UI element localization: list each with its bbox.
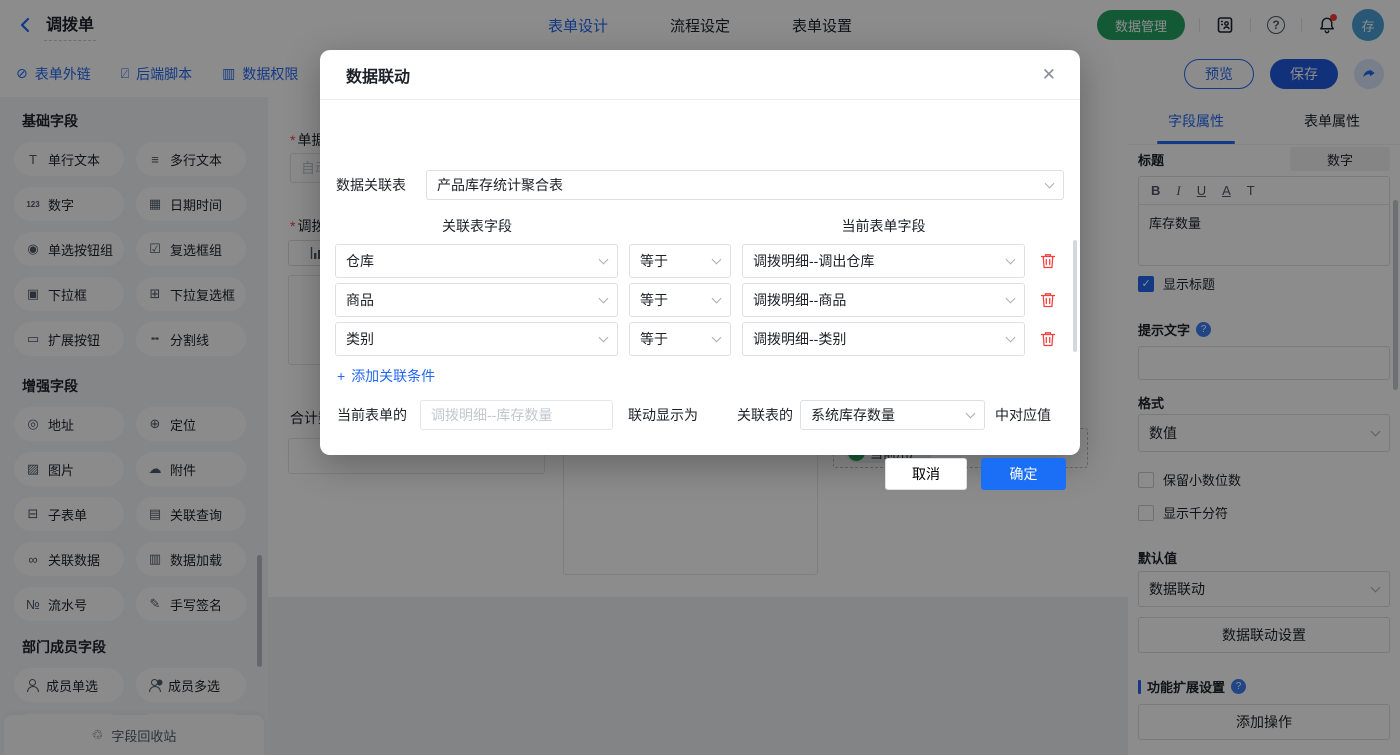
form-field-select[interactable]: 调拨明细--调出仓库: [742, 244, 1025, 278]
linked-table-select[interactable]: 产品库存统计聚合表: [426, 170, 1064, 200]
linkage-display-label: 联动显示为: [628, 400, 698, 430]
suffix-label: 中对应值: [995, 400, 1051, 430]
source-field-select[interactable]: 系统库存数量: [800, 400, 985, 430]
chevron-down-icon: [1006, 333, 1016, 343]
related-table-label: 关联表的: [737, 400, 793, 430]
chevron-down-icon: [712, 255, 722, 265]
delete-condition-icon[interactable]: [1039, 291, 1057, 309]
chevron-down-icon: [599, 294, 609, 304]
operator-select[interactable]: 等于: [629, 283, 731, 317]
cancel-button[interactable]: 取消: [885, 458, 967, 490]
condition-row: 仓库 等于 调拨明细--调出仓库: [335, 244, 1057, 278]
operator-select[interactable]: 等于: [629, 322, 731, 356]
chevron-down-icon: [712, 333, 722, 343]
confirm-button[interactable]: 确定: [981, 458, 1066, 490]
modal-title: 数据联动: [346, 63, 410, 87]
close-icon[interactable]: ✕: [1042, 66, 1056, 83]
chevron-down-icon: [1006, 255, 1016, 265]
form-designer-screen: 调拨单 表单设计 流程设定 表单设置 数据管理 ? 存 ⊘: [0, 0, 1400, 755]
chevron-down-icon: [1045, 179, 1055, 189]
related-field-select[interactable]: 仓库: [335, 244, 618, 278]
operator-select[interactable]: 等于: [629, 244, 731, 278]
condition-row: 商品 等于 调拨明细--商品: [335, 283, 1057, 317]
delete-condition-icon[interactable]: [1039, 330, 1057, 348]
modal-scrollbar[interactable]: [1073, 240, 1077, 352]
chevron-down-icon: [599, 333, 609, 343]
related-field-select[interactable]: 类别: [335, 322, 618, 356]
delete-condition-icon[interactable]: [1039, 252, 1057, 270]
chevron-down-icon: [599, 255, 609, 265]
data-linkage-modal: 数据联动 ✕ 数据关联表 产品库存统计聚合表 关联表字段 当前表单字段 仓库 等…: [320, 50, 1080, 455]
current-form-label: 当前表单的: [337, 400, 407, 430]
form-field-select[interactable]: 调拨明细--类别: [742, 322, 1025, 356]
add-condition-link[interactable]: + 添加关联条件: [337, 366, 435, 386]
chevron-down-icon: [1006, 294, 1016, 304]
plus-icon: +: [337, 368, 345, 384]
condition-row: 类别 等于 调拨明细--类别: [335, 322, 1057, 356]
target-field-input[interactable]: [420, 400, 613, 430]
related-field-select[interactable]: 商品: [335, 283, 618, 317]
column-header-left: 关联表字段: [335, 216, 619, 236]
chevron-down-icon: [712, 294, 722, 304]
form-field-select[interactable]: 调拨明细--商品: [742, 283, 1025, 317]
column-header-right: 当前表单字段: [742, 216, 1025, 236]
chevron-down-icon: [966, 409, 976, 419]
linked-table-label: 数据关联表: [336, 170, 406, 200]
